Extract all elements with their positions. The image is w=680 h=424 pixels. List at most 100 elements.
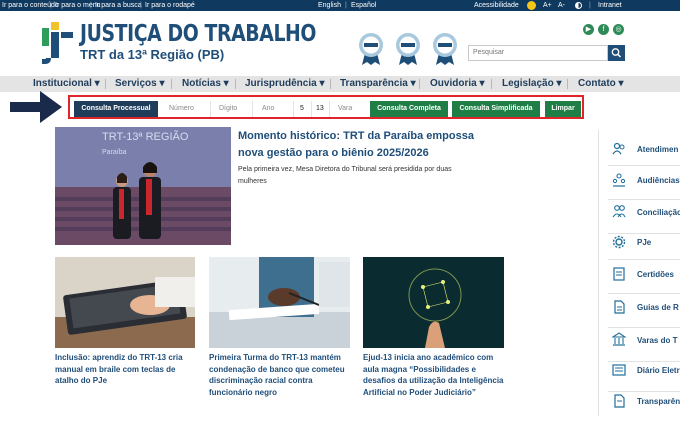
nav-item-servicos[interactable]: Serviços ▾ bbox=[115, 76, 165, 92]
top-bar: Ir para o conteúdo | Ir para o menu | Ir… bbox=[0, 0, 680, 11]
news-card-title[interactable]: Ejud-13 inicia ano acadêmico com aula ma… bbox=[363, 352, 504, 398]
nav-divider bbox=[235, 79, 236, 89]
nav-item-ouvidoria[interactable]: Ouvidoria ▾ bbox=[430, 76, 485, 92]
sidebar-item-audiencias[interactable]: Audiências bbox=[608, 166, 680, 200]
accessibility-link[interactable]: Acessibilidade bbox=[474, 0, 519, 11]
news-card-image[interactable] bbox=[363, 257, 504, 348]
sidebar-item-label: Conciliação bbox=[637, 208, 680, 217]
nav-item-noticias[interactable]: Notícias ▾ bbox=[182, 76, 229, 92]
audience-icon bbox=[612, 173, 626, 187]
consulta-processual-bar: Consulta Processual Número Dígito Ano 5 … bbox=[68, 95, 584, 119]
numero-field[interactable]: Número bbox=[165, 101, 211, 117]
hero-image-caption-line2: Paraíba bbox=[102, 149, 127, 156]
nav-divider bbox=[330, 79, 331, 89]
sidebar-item-guias[interactable]: Guias de R bbox=[608, 294, 680, 328]
nav-item-label: Serviços bbox=[115, 78, 157, 89]
youtube-icon[interactable]: ▶ bbox=[583, 24, 594, 35]
sidebar-item-certidoes[interactable]: Certidões bbox=[608, 260, 680, 294]
font-decrease-button[interactable]: A- bbox=[558, 0, 565, 11]
digito-field[interactable]: Dígito bbox=[215, 101, 253, 117]
arrow-right-icon bbox=[10, 91, 62, 123]
document-icon bbox=[614, 300, 625, 314]
skip-link-search[interactable]: Ir para a busca bbox=[95, 0, 142, 11]
sidebar-item-atendimento[interactable]: Atendimen bbox=[608, 132, 680, 166]
nav-item-transparencia[interactable]: Transparência ▾ bbox=[340, 76, 416, 92]
sidebar-item-transparencia[interactable]: Transparên bbox=[608, 390, 680, 424]
nav-item-jurisprudencia[interactable]: Jurisprudência ▾ bbox=[245, 76, 325, 92]
regiao-field[interactable]: 13 bbox=[312, 101, 330, 117]
gear-icon bbox=[612, 235, 626, 249]
limpar-button[interactable]: Limpar bbox=[545, 101, 581, 117]
document-icon bbox=[614, 394, 625, 408]
lang-spanish-link[interactable]: Español bbox=[351, 0, 376, 11]
nav-item-contato[interactable]: Contato ▾ bbox=[578, 76, 624, 92]
nav-divider bbox=[419, 79, 420, 89]
nav-divider bbox=[105, 79, 106, 89]
search-button[interactable] bbox=[608, 45, 625, 61]
separator: | bbox=[140, 2, 142, 9]
sidebar-item-label: PJe bbox=[637, 238, 652, 247]
nav-divider bbox=[567, 79, 568, 89]
nav-divider bbox=[491, 79, 492, 89]
skip-link-footer[interactable]: Ir para o rodapé bbox=[145, 0, 195, 11]
nav-item-label: Notícias bbox=[182, 78, 221, 89]
sidebar-item-label: Audiências bbox=[637, 176, 680, 185]
skip-link-menu[interactable]: Ir para o menu bbox=[55, 0, 101, 11]
sidebar-item-label: Transparên bbox=[637, 397, 680, 406]
news-card-title[interactable]: Inclusão: aprendiz do TRT-13 cria manual… bbox=[55, 352, 195, 387]
sidebar-item-label: Atendimen bbox=[637, 145, 679, 154]
consulta-processual-button[interactable]: Consulta Processual bbox=[74, 101, 158, 117]
ano-field[interactable]: Ano bbox=[258, 101, 294, 117]
separator: | bbox=[345, 2, 347, 9]
vara-field[interactable]: Vara bbox=[334, 101, 370, 117]
site-subtitle: TRT da 13ª Região (PB) bbox=[80, 47, 225, 62]
news-card-title[interactable]: Primeira Turma do TRT-13 mantém condenaç… bbox=[209, 352, 350, 398]
hero-news-image[interactable]: TRT-13ª REGIÃO Paraíba bbox=[55, 127, 231, 245]
separator: | bbox=[90, 2, 92, 9]
award-seal-icon bbox=[359, 33, 383, 65]
search-icon bbox=[611, 48, 622, 58]
consulta-completa-button[interactable]: Consulta Completa bbox=[370, 101, 448, 117]
sidebar-item-diario[interactable]: Diário Eletr bbox=[608, 358, 680, 392]
sidebar-item-label: Guias de R bbox=[637, 303, 679, 312]
intranet-link[interactable]: Intranet bbox=[598, 0, 622, 11]
hero-news-description: Pela primeira vez, Mesa Diretora do Trib… bbox=[238, 166, 452, 185]
site-title[interactable]: JUSTIÇA DO TRABALHO bbox=[80, 21, 316, 47]
justica-field[interactable]: 5 bbox=[296, 101, 312, 117]
award-seal-icon bbox=[433, 33, 457, 65]
news-card-image[interactable] bbox=[55, 257, 195, 348]
separator: | bbox=[50, 2, 52, 9]
nav-item-label: Legislação bbox=[502, 78, 554, 89]
nav-item-label: Jurisprudência bbox=[245, 78, 317, 89]
sidebar-item-label: Certidões bbox=[637, 270, 674, 279]
sidebar-item-label: Varas do T bbox=[637, 336, 678, 345]
sidebar-item-label: Diário Eletr bbox=[637, 366, 680, 375]
nav-item-label: Contato bbox=[578, 78, 616, 89]
font-increase-button[interactable]: A+ bbox=[543, 0, 552, 11]
instagram-icon[interactable]: ◎ bbox=[613, 24, 624, 35]
nav-divider bbox=[171, 79, 172, 89]
certificate-icon bbox=[613, 267, 625, 281]
nav-item-label: Institucional bbox=[33, 78, 92, 89]
contrast-icon[interactable] bbox=[575, 2, 582, 9]
nav-item-label: Ouvidoria bbox=[430, 78, 477, 89]
hero-image-caption-line1: TRT-13ª REGIÃO bbox=[102, 130, 189, 143]
site-header: JUSTIÇA DO TRABALHO TRT da 13ª Região (P… bbox=[0, 11, 680, 76]
sidebar-divider bbox=[598, 130, 599, 416]
search-input[interactable]: Pesquisar bbox=[468, 45, 608, 61]
hero-news-title[interactable]: Momento histórico: TRT da Paraíba emposs… bbox=[238, 128, 478, 162]
award-seal-icon bbox=[396, 33, 420, 65]
nav-item-legislacao[interactable]: Legislação ▾ bbox=[502, 76, 562, 92]
newspaper-icon bbox=[612, 364, 626, 376]
logo-icon[interactable] bbox=[42, 22, 74, 64]
lang-english-link[interactable]: English bbox=[318, 0, 341, 11]
accessibility-icon[interactable] bbox=[527, 1, 536, 10]
news-card-image[interactable] bbox=[209, 257, 350, 348]
people-icon bbox=[612, 142, 625, 155]
sidebar-item-pje[interactable]: PJe bbox=[608, 226, 680, 260]
handshake-icon bbox=[612, 205, 626, 218]
sidebar-item-varas[interactable]: Varas do T bbox=[608, 328, 680, 362]
nav-item-label: Transparência bbox=[340, 78, 408, 89]
consulta-simplificada-button[interactable]: Consulta Simplificada bbox=[452, 101, 540, 117]
facebook-icon[interactable]: f bbox=[598, 24, 609, 35]
